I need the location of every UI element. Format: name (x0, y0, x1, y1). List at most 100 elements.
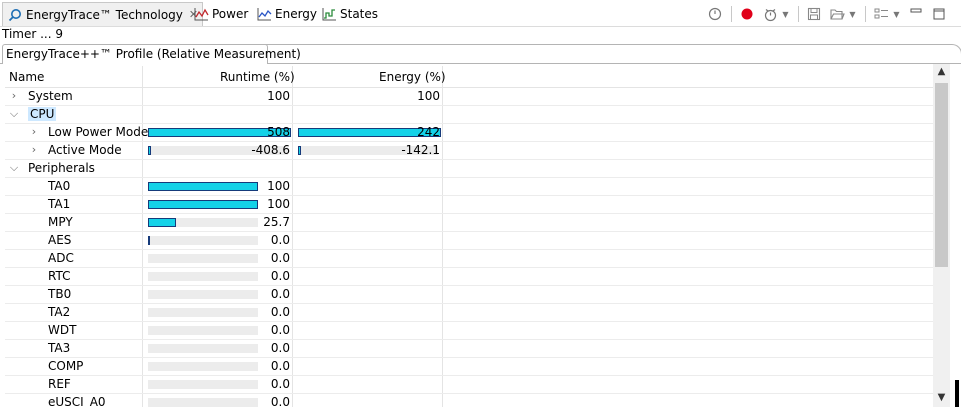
table-row[interactable]: AES 0.0 (5, 232, 935, 250)
tab-label: States (340, 7, 379, 21)
toolbar-separator (865, 6, 866, 22)
chevron-down-icon[interactable]: ▼ (848, 6, 857, 22)
row-name: WDT (48, 323, 77, 337)
row-name: Low Power Mode (48, 125, 149, 139)
power-graph-icon (193, 6, 209, 22)
row-name: TA2 (48, 305, 71, 319)
runtime-value: 100 (267, 179, 290, 193)
chevron-right-icon[interactable]: › (29, 143, 39, 156)
tab-energytrace[interactable]: EnergyTrace™ Technology ✕ (2, 2, 204, 26)
runtime-value: 0.0 (270, 251, 290, 265)
table-row[interactable]: MPY 25.7 (5, 214, 935, 232)
runtime-bar (148, 236, 150, 245)
tab-label: Energy (275, 7, 318, 21)
timer-icon[interactable] (762, 6, 778, 22)
restore-icon[interactable] (931, 6, 947, 22)
clock-icon[interactable] (707, 6, 723, 22)
table-row[interactable]: TA2 0.0 (5, 304, 935, 322)
window-edge (955, 380, 959, 407)
toolbar-separator (731, 6, 732, 22)
table-row[interactable]: REF 0.0 (5, 376, 935, 394)
table-row[interactable]: TB0 0.0 (5, 286, 935, 304)
layout-icon[interactable] (873, 6, 889, 22)
row-name: Peripherals (28, 161, 95, 175)
row-name: System (28, 89, 73, 103)
energy-graph-icon (256, 6, 272, 22)
view-tab-bar: EnergyTrace™ Technology ✕ Power Energy S… (0, 0, 961, 27)
column-header-name[interactable]: Name (9, 70, 44, 84)
row-name: COMP (48, 359, 84, 373)
runtime-value: 100 (267, 89, 290, 103)
energy-value: 242 (417, 125, 440, 139)
row-name: ADC (48, 251, 74, 265)
table-row[interactable]: TA0 100 (5, 178, 935, 196)
runtime-value: 25.7 (263, 215, 290, 229)
profile-tree-table: Name Runtime (%) Energy (%) › System 100 10… (5, 66, 935, 407)
scroll-up-arrow[interactable]: ▲ (935, 66, 948, 78)
energy-value: -142.1 (401, 143, 440, 157)
table-header: Name Runtime (%) Energy (%) (5, 66, 935, 88)
chevron-down-icon[interactable]: ⌵ (9, 107, 19, 121)
record-icon[interactable] (739, 6, 755, 22)
scroll-thumb[interactable] (935, 83, 948, 267)
runtime-value: 0.0 (270, 323, 290, 337)
runtime-value: -408.6 (251, 143, 290, 157)
runtime-value: 0.0 (270, 377, 290, 391)
row-name: TA1 (48, 197, 71, 211)
table-row[interactable]: RTC 0.0 (5, 268, 935, 286)
runtime-value: 0.0 (270, 341, 290, 355)
runtime-value: 0.0 (270, 359, 290, 373)
save-icon[interactable] (806, 6, 822, 22)
table-row[interactable]: eUSCI_A0 0.0 (5, 394, 935, 407)
table-row[interactable]: WDT 0.0 (5, 322, 935, 340)
runtime-value: 0.0 (270, 269, 290, 283)
table-row[interactable]: › System 100 100 (5, 88, 935, 106)
tab-profile[interactable]: EnergyTrace++™ Profile (Relative Measure… (2, 44, 301, 64)
tab-label: EnergyTrace™ Technology (26, 7, 183, 22)
chevron-right-icon[interactable]: › (29, 125, 39, 138)
row-name: CPU (28, 107, 57, 121)
row-name: MPY (48, 215, 73, 229)
row-name: Active Mode (48, 143, 122, 157)
table-row[interactable]: TA3 0.0 (5, 340, 935, 358)
tab-label: Power (212, 7, 249, 21)
row-name: TA3 (48, 341, 71, 355)
view-toolbar: ▼ ▼ ▼ (700, 4, 947, 24)
chevron-right-icon[interactable]: › (9, 89, 19, 102)
energy-value: 100 (417, 89, 440, 103)
runtime-bar (148, 146, 151, 155)
row-name: TB0 (48, 287, 72, 301)
row-name: RTC (48, 269, 71, 283)
column-header-energy[interactable]: Energy (%) (379, 70, 446, 84)
timer-status: Timer ... 9 (2, 27, 64, 41)
table-row[interactable]: › Active Mode -408.6 -142.1 (5, 142, 935, 160)
row-name: REF (48, 377, 71, 391)
states-graph-icon (321, 6, 337, 22)
chevron-down-icon[interactable]: ⌵ (9, 161, 19, 175)
energy-bar (298, 146, 301, 155)
runtime-value: 0.0 (270, 395, 290, 407)
vertical-scrollbar[interactable]: ▲ ▼ (933, 64, 950, 407)
table-row[interactable]: TA1 100 (5, 196, 935, 214)
table-row[interactable]: ⌵ CPU (5, 106, 935, 124)
tab-energy[interactable]: Energy (256, 2, 317, 26)
runtime-value: 0.0 (270, 233, 290, 247)
runtime-value: 508 (267, 125, 290, 139)
table-row[interactable]: › Low Power Mode 508 242 (5, 124, 935, 142)
toolbar-separator (798, 6, 799, 22)
tab-states[interactable]: States (321, 2, 378, 26)
table-row[interactable]: COMP 0.0 (5, 358, 935, 376)
table-row[interactable]: ⌵ Peripherals (5, 160, 935, 178)
tab-power[interactable]: Power (193, 2, 248, 26)
table-row[interactable]: ADC 0.0 (5, 250, 935, 268)
chevron-down-icon[interactable]: ▼ (781, 6, 790, 22)
open-folder-icon[interactable] (829, 6, 845, 22)
chevron-down-icon[interactable]: ▼ (892, 6, 901, 22)
row-name: eUSCI_A0 (48, 395, 106, 407)
scroll-down-arrow[interactable]: ▼ (935, 392, 948, 404)
minimize-icon[interactable] (908, 6, 924, 22)
row-name: TA0 (48, 179, 71, 193)
row-name: AES (48, 233, 72, 247)
column-header-runtime[interactable]: Runtime (%) (220, 70, 295, 84)
runtime-bar (148, 218, 176, 227)
